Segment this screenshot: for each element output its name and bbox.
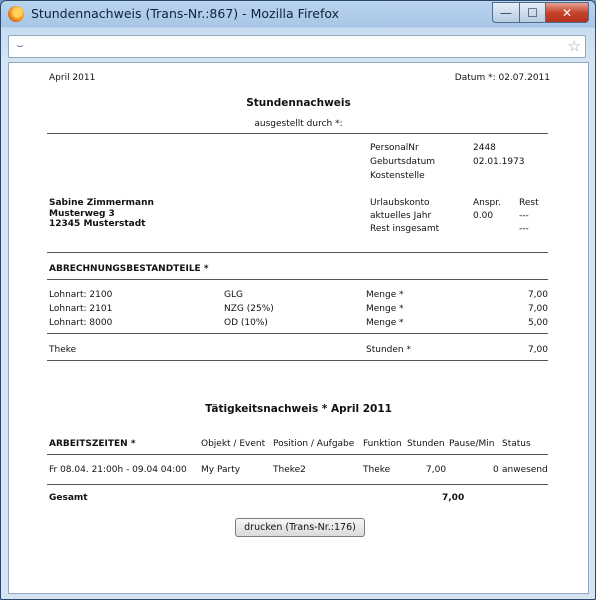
object-cell: My Party	[201, 465, 241, 475]
divider	[47, 484, 548, 485]
lohnart-label: Lohnart: 8000	[49, 318, 113, 328]
wage-code: OD (10%)	[224, 318, 268, 328]
function-header: Funktion	[363, 439, 402, 449]
wage-code: GLG	[224, 290, 243, 300]
hours-label: Stunden *	[366, 345, 411, 355]
hours-cell: 7,00	[426, 465, 447, 475]
worktime-header: ARBEITSZEITEN *	[49, 439, 136, 449]
vacation-label: Urlaubskonto	[370, 198, 430, 208]
object-header: Objekt / Event	[201, 439, 266, 449]
vacation-claim-header: Anspr.	[473, 198, 501, 208]
status-header: Status	[502, 439, 531, 449]
close-icon: ✕	[561, 5, 573, 20]
page-content: April 2011 Datum *: 02.07.2011 Stundenna…	[8, 62, 589, 594]
print-button[interactable]: drucken (Trans-Nr.:176)	[235, 518, 365, 537]
page-title: Stundennachweis	[246, 97, 351, 109]
activity-title: Tätigkeitsnachweis * April 2011	[205, 403, 392, 415]
quantity-value: 7,00	[527, 304, 548, 314]
window-title: Stundennachweis (Trans-Nr.:867) - Mozill…	[31, 6, 340, 21]
total-value: 7,00	[442, 493, 465, 503]
current-year-label: aktuelles Jahr	[370, 211, 432, 221]
minimize-button[interactable]: —	[492, 2, 520, 23]
window-controls: — ☐ ✕	[492, 2, 589, 23]
maximize-icon: ☐	[527, 5, 538, 20]
quantity-value: 5,00	[527, 318, 548, 328]
divider	[47, 333, 548, 334]
total-rest-label: Rest insgesamt	[370, 224, 440, 234]
wage-code: NZG (25%)	[224, 304, 274, 314]
birthdate-value: 02.01.1973	[473, 157, 525, 167]
employee-name: Sabine Zimmermann	[49, 198, 154, 208]
firefox-icon	[8, 6, 24, 22]
position-cell: Theke2	[273, 465, 306, 475]
divider	[47, 133, 548, 134]
address-bar[interactable]: ⌣ ☆	[8, 35, 586, 58]
divider	[47, 360, 548, 361]
divider	[47, 279, 548, 280]
hours-value: 7,00	[527, 345, 548, 355]
issued-by-label: ausgestellt durch *:	[254, 119, 343, 129]
personal-nr-label: PersonalNr	[370, 143, 419, 153]
employee-street: Musterweg 3	[49, 209, 115, 219]
divider	[47, 454, 548, 455]
bookmark-star-icon[interactable]: ☆	[568, 37, 581, 55]
report-date: Datum *: 02.07.2011	[454, 73, 550, 83]
quantity-label: Menge *	[366, 304, 404, 314]
title-bar: Stundennachweis (Trans-Nr.:867) - Mozill…	[1, 1, 595, 29]
vacation-rest-header: Rest	[519, 198, 539, 208]
maximize-button[interactable]: ☐	[520, 2, 546, 23]
function-cell: Theke	[363, 465, 391, 475]
timesheet-document: April 2011 Datum *: 02.07.2011 Stundenna…	[9, 63, 588, 593]
pause-header: Pause/Min	[449, 439, 495, 449]
current-year-rest: ---	[519, 211, 529, 221]
report-month: April 2011	[49, 73, 96, 83]
total-label: Gesamt	[49, 493, 88, 503]
lohnart-label: Lohnart: 2101	[49, 304, 113, 314]
employee-city: 12345 Musterstadt	[49, 219, 146, 229]
lohnart-label: Lohnart: 2100	[49, 290, 113, 300]
status-cell: anwesend	[502, 465, 548, 475]
position-header: Position / Aufgabe	[273, 439, 355, 449]
pause-cell: 0	[493, 465, 499, 475]
browser-window: Stundennachweis (Trans-Nr.:867) - Mozill…	[0, 0, 596, 600]
worktime-cell: Fr 08.04. 21:00h - 09.04 04:00	[49, 465, 187, 475]
hours-header: Stunden	[407, 439, 445, 449]
billing-section-title: ABRECHNUNGSBESTANDTEILE *	[49, 264, 209, 274]
theke-label: Theke	[49, 345, 77, 355]
quantity-label: Menge *	[366, 290, 404, 300]
cost-center-label: Kostenstelle	[370, 171, 425, 181]
minimize-icon: —	[500, 5, 512, 20]
total-rest-value: ---	[519, 224, 529, 234]
quantity-value: 7,00	[527, 290, 548, 300]
divider	[47, 252, 548, 253]
personal-nr-value: 2448	[473, 143, 496, 153]
current-year-claim: 0.00	[473, 211, 494, 221]
page-icon: ⌣	[16, 39, 24, 52]
quantity-label: Menge *	[366, 318, 404, 328]
close-button[interactable]: ✕	[546, 2, 589, 23]
birthdate-label: Geburtsdatum	[370, 157, 436, 167]
